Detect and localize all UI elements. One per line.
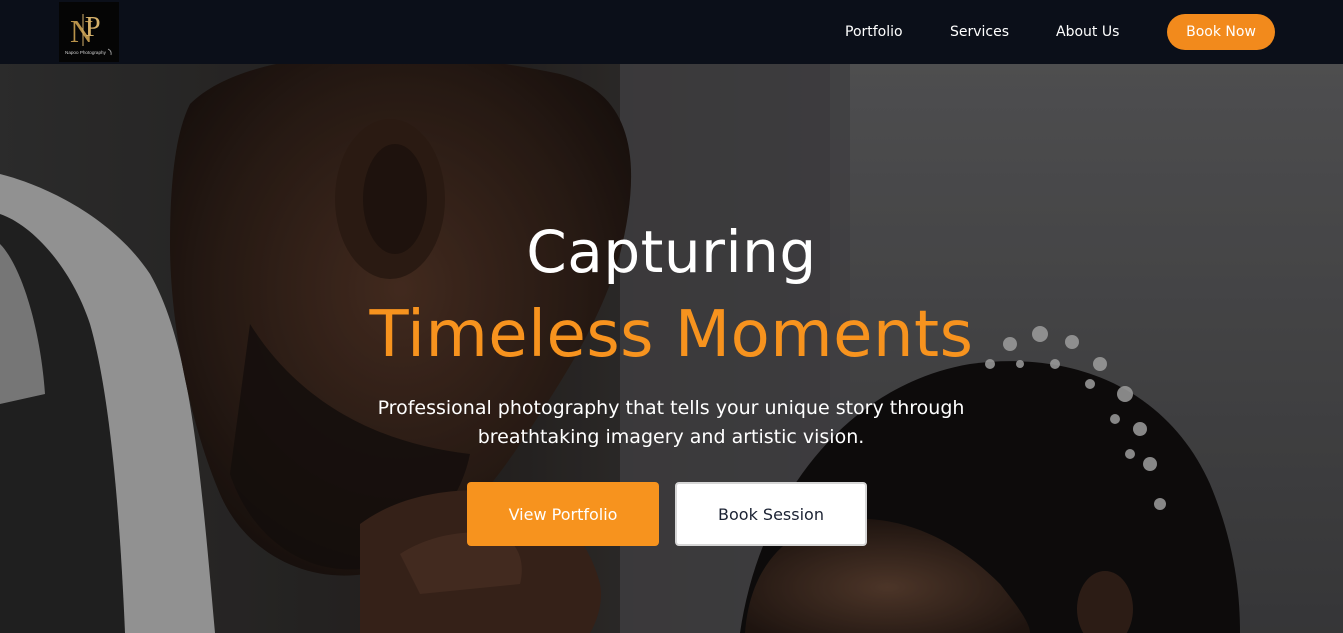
- nav-link-portfolio[interactable]: Portfolio: [845, 22, 903, 42]
- top-navbar: N P Napoo Photography Portfolio Services…: [0, 0, 1343, 64]
- nav-links: Portfolio Services About Us: [0, 0, 1343, 64]
- hero-title-line2: Timeless Moments: [369, 298, 974, 372]
- view-portfolio-button[interactable]: View Portfolio: [467, 482, 659, 546]
- hero-subtitle: Professional photography that tells your…: [377, 397, 965, 448]
- hero-section: Capturing Timeless Moments Professional …: [0, 64, 1343, 633]
- book-now-button[interactable]: Book Now: [1167, 14, 1275, 50]
- hero-content: Capturing Timeless Moments Professional …: [0, 64, 1343, 633]
- hero-title-line1: Capturing: [526, 218, 817, 286]
- nav-link-about-us[interactable]: About Us: [1056, 22, 1119, 42]
- nav-link-services[interactable]: Services: [950, 22, 1009, 42]
- book-session-button[interactable]: Book Session: [675, 482, 867, 546]
- page: N P Napoo Photography Portfolio Services…: [0, 0, 1343, 633]
